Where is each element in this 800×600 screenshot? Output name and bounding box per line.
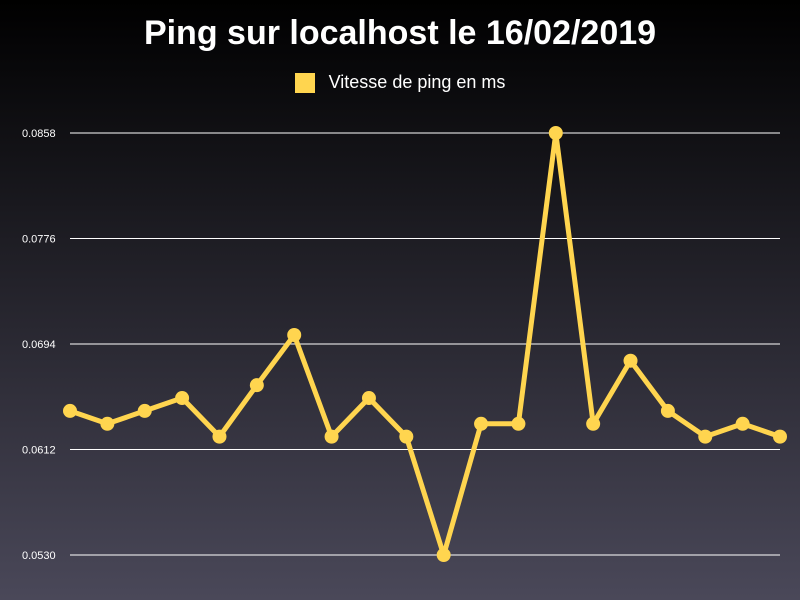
data-point[interactable] xyxy=(175,391,190,406)
data-point[interactable] xyxy=(324,429,339,444)
line-chart: 0.0530 0.0612 0.0694 0.0776 0.0858 xyxy=(22,126,787,562)
y-tick-label: 0.0776 xyxy=(22,234,56,246)
data-point[interactable] xyxy=(63,403,77,418)
y-tick-labels: 0.0530 0.0612 0.0694 0.0776 0.0858 xyxy=(22,128,56,562)
data-point[interactable] xyxy=(100,416,115,431)
data-point[interactable] xyxy=(399,429,414,444)
data-point[interactable] xyxy=(436,548,451,562)
data-point[interactable] xyxy=(137,403,152,418)
data-point[interactable] xyxy=(249,378,264,393)
data-point[interactable] xyxy=(212,429,227,444)
y-tick-label: 0.0858 xyxy=(22,128,56,140)
data-point[interactable] xyxy=(660,403,675,418)
data-point[interactable] xyxy=(735,416,750,431)
data-point[interactable] xyxy=(586,416,601,431)
data-point[interactable] xyxy=(474,416,489,431)
data-point[interactable] xyxy=(773,429,787,444)
data-point[interactable] xyxy=(698,429,713,444)
y-tick-label: 0.0612 xyxy=(22,445,56,457)
y-tick-label: 0.0530 xyxy=(22,550,56,562)
data-point[interactable] xyxy=(287,327,302,342)
data-point[interactable] xyxy=(361,391,376,406)
data-point[interactable] xyxy=(623,353,638,368)
data-point[interactable] xyxy=(548,126,563,140)
data-point[interactable] xyxy=(511,416,526,431)
y-tick-label: 0.0694 xyxy=(22,339,56,351)
